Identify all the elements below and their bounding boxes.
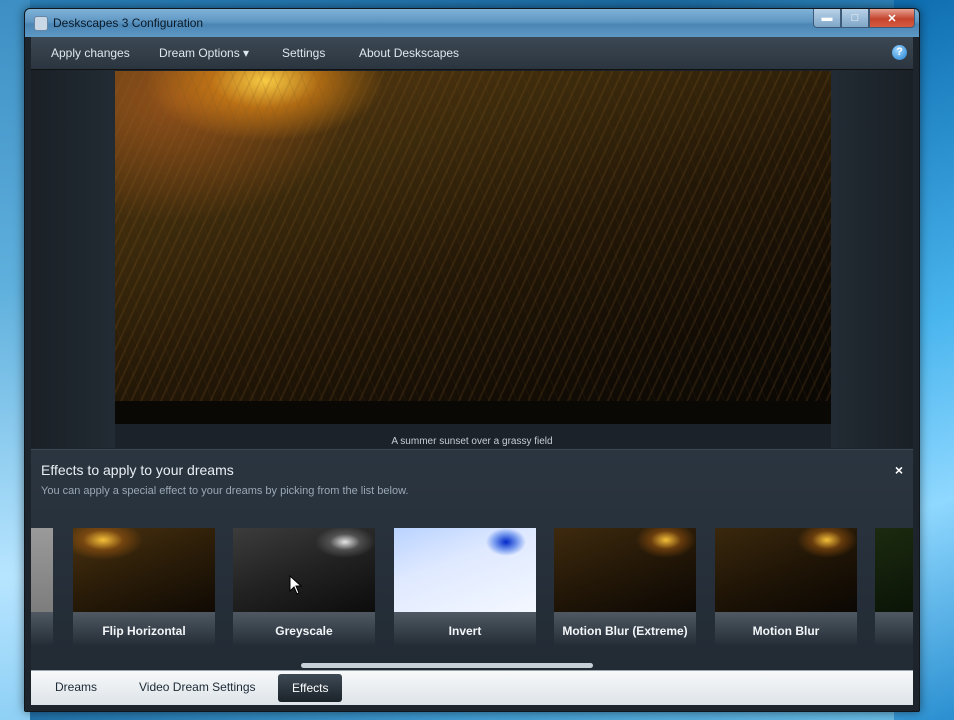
menu-about[interactable]: About Deskscapes bbox=[359, 46, 459, 60]
effect-label: Invert bbox=[448, 624, 482, 638]
effect-thumb-invert[interactable]: Invert bbox=[394, 528, 536, 646]
tab-effects[interactable]: Effects bbox=[278, 674, 343, 702]
window-controls: ▬ □ ✕ bbox=[813, 9, 915, 29]
thumb-image bbox=[554, 528, 696, 612]
effect-thumb-motion-blur-extreme[interactable]: Motion Blur (Extreme) bbox=[554, 528, 696, 646]
close-button[interactable]: ✕ bbox=[869, 9, 915, 28]
preview-caption: A summer sunset over a grassy field bbox=[391, 436, 553, 447]
thumb-image bbox=[73, 528, 215, 612]
menu-apply-changes[interactable]: Apply changes bbox=[51, 46, 130, 60]
app-window: Deskscapes 3 Configuration ▬ □ ✕ Apply c… bbox=[24, 8, 920, 712]
title-bar[interactable]: Deskscapes 3 Configuration ▬ □ ✕ bbox=[25, 9, 919, 37]
help-icon[interactable]: ? bbox=[892, 45, 907, 60]
preview-side-left bbox=[31, 70, 115, 448]
thumb-image bbox=[233, 528, 375, 612]
effect-thumb-previous[interactable] bbox=[31, 528, 53, 646]
window-title: Deskscapes 3 Configuration bbox=[53, 16, 204, 30]
preview-image bbox=[115, 71, 831, 401]
tab-dreams[interactable]: Dreams bbox=[55, 680, 97, 694]
effects-scrollbar[interactable] bbox=[301, 663, 593, 668]
mouse-cursor-icon bbox=[289, 575, 303, 595]
effect-label: Motion Blur bbox=[752, 624, 820, 638]
thumb-image bbox=[394, 528, 536, 612]
thumb-image bbox=[31, 528, 53, 612]
thumb-image bbox=[875, 528, 913, 612]
dream-preview bbox=[115, 71, 831, 424]
menu-bar: Apply changes Dream Options ▾ Settings A… bbox=[31, 37, 913, 70]
menu-settings[interactable]: Settings bbox=[282, 46, 325, 60]
effect-thumb-next[interactable] bbox=[875, 528, 913, 646]
app-icon bbox=[34, 16, 48, 31]
minimize-button[interactable]: ▬ bbox=[813, 9, 841, 28]
menu-dream-options[interactable]: Dream Options ▾ bbox=[159, 46, 249, 60]
effect-thumb-greyscale[interactable]: Greyscale bbox=[233, 528, 375, 646]
effects-panel: Effects to apply to your dreams You can … bbox=[31, 449, 913, 676]
effect-thumb-flip-horizontal[interactable]: Flip Horizontal bbox=[73, 528, 215, 646]
bottom-tab-bar: Dreams Video Dream Settings Effects bbox=[31, 670, 913, 705]
effects-strip: Flip Horizontal Greyscale Invert Motion … bbox=[31, 528, 913, 658]
effects-title: Effects to apply to your dreams bbox=[41, 462, 234, 478]
effect-label: Flip Horizontal bbox=[102, 624, 186, 638]
effect-label: Motion Blur (Extreme) bbox=[562, 624, 688, 638]
thumb-reflection bbox=[31, 612, 53, 646]
effect-thumb-motion-blur[interactable]: Motion Blur bbox=[715, 528, 857, 646]
effects-subtitle: You can apply a special effect to your d… bbox=[41, 485, 409, 497]
effect-label: Greyscale bbox=[275, 624, 333, 638]
thumb-image bbox=[715, 528, 857, 612]
preview-side-right bbox=[831, 70, 913, 448]
tab-video-dream-settings[interactable]: Video Dream Settings bbox=[139, 680, 256, 694]
thumb-reflection bbox=[875, 612, 913, 646]
preview-area: A summer sunset over a grassy field bbox=[31, 70, 913, 448]
maximize-button[interactable]: □ bbox=[841, 9, 869, 28]
close-effects-icon[interactable]: × bbox=[895, 462, 903, 478]
